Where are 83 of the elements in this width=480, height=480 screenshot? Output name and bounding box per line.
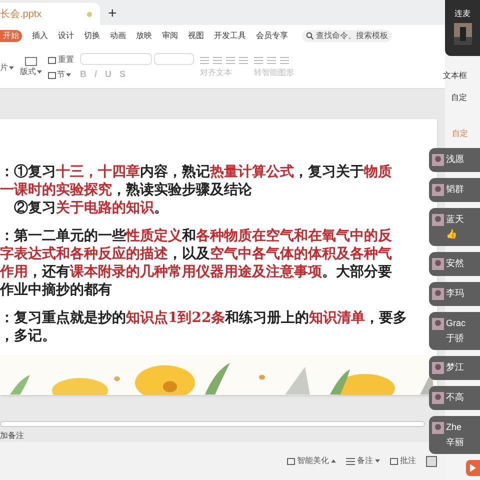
notes-icon [346,458,355,464]
avatar-icon [432,422,444,434]
avatar-icon [432,362,444,374]
avatar-icon [432,184,444,196]
section-icon [48,72,56,78]
reset-button[interactable]: 重置 [48,54,74,66]
participant-card[interactable]: 梦江 [429,356,480,380]
align-icon[interactable] [267,56,276,64]
participant-name: 浅愿 [446,153,464,166]
search-field[interactable]: 查找命令、搜索模板 [302,30,392,42]
play-icon [470,464,476,472]
caret-icon [9,66,14,70]
call-title: 连麦 [454,8,470,20]
new-tab-button[interactable]: + [108,6,117,21]
menu-tab[interactable]: 动画 [110,30,126,42]
slide-text-line: ：第一二单元的一些性质定义和各种物质在空气和在氧气中的反 [0,227,392,246]
participant-name: 安然 [446,257,464,270]
participant-card[interactable]: Zhe 辛丽 [429,416,480,454]
participant-card[interactable]: 不高 [429,386,480,410]
caret-icon [375,459,380,463]
slide-text-line: ②复习关于电路的知识。 [13,199,168,218]
slide-text-line: ：①复习十三，十四章内容，熟记热量计算公式，复习关于物质 [0,163,392,182]
reset-icon [48,56,56,64]
menu-tab[interactable]: 会员专享 [256,30,288,42]
search-icon [306,32,314,40]
avatar-icon [432,214,444,226]
slide-text-line: ：复习重点就是抄的知识点1到22条和练习册上的知识清单，要多 [0,309,408,328]
notes-placeholder[interactable]: 加备注 [0,430,24,442]
normal-view-icon[interactable] [426,456,437,466]
slide-text-line: 一课时的实验探究，熟读实验步骤及结论 [0,181,252,200]
participant-name: 蓝天 [446,213,464,226]
beautify-button[interactable]: 智能美化 [287,455,336,467]
layout-icon[interactable] [25,57,37,66]
menu-tab[interactable]: 放映 [136,30,152,42]
textbox-menu[interactable]: 文本框 [443,70,480,82]
participant-card[interactable]: 韬群 [429,178,480,202]
comment-icon [390,458,398,464]
participant-card[interactable]: 安然 [429,252,480,276]
caret-icon [37,70,42,74]
section-menu[interactable]: 节 [48,69,74,81]
align-icon[interactable] [254,56,263,64]
menu-tab[interactable]: 设计 [58,30,74,42]
participant-status: 于骄 [446,332,465,345]
participant-status: 辛丽 [446,436,464,449]
avatar-icon [432,258,444,270]
layout-menu[interactable]: 版式 [20,66,42,78]
horizontal-scrollbar[interactable] [0,421,425,427]
participant-card[interactable]: Grac 于骄 [429,312,480,350]
menu-tab[interactable]: 开发工具 [214,30,246,42]
participant-name: 韬群 [446,183,464,196]
font-name-field[interactable] [80,53,152,66]
panel-header: 自定 [451,92,468,104]
menu-tab[interactable]: 切换 [84,30,100,42]
menu-tab[interactable]: 插入 [32,30,48,42]
participant-name: 不高 [446,391,464,404]
notes-button[interactable]: 备注 [346,455,380,467]
align-icon[interactable] [226,56,235,64]
participant-card[interactable]: 浅愿 [429,148,480,172]
align-icon[interactable] [280,56,289,64]
participant-name: 梦江 [446,361,464,374]
menu-tab[interactable]: 视图 [188,30,204,42]
participant-name: Grac [446,317,466,330]
participant-status: 👍 [446,228,458,241]
align-icon[interactable] [239,56,248,64]
participant-card[interactable]: 蓝天 👍 [429,208,480,246]
caret-icon [331,459,336,463]
slide-text-line: 字表达式和各种反应的描述，以及空气中各气体的体积及各种气 [0,245,392,264]
caret-icon [66,73,71,77]
participant-name: 李玛 [446,287,464,300]
font-size-field[interactable] [154,53,194,66]
avatar-icon [432,392,444,404]
avatar-icon [432,154,444,166]
list-icon[interactable] [200,56,209,64]
list-icon[interactable] [213,56,222,64]
play-button[interactable] [466,460,480,476]
comments-button[interactable]: 批注 [390,455,416,467]
avatar-icon [432,318,444,330]
participant-card[interactable]: 李玛 [429,282,480,306]
participant-name: Zhe [446,421,463,434]
avatar-icon [432,288,444,300]
menu-tab[interactable]: 审阅 [162,30,178,42]
picture-menu[interactable]: 片 [0,62,14,74]
slide-text-line: ，多记。 [0,327,56,346]
